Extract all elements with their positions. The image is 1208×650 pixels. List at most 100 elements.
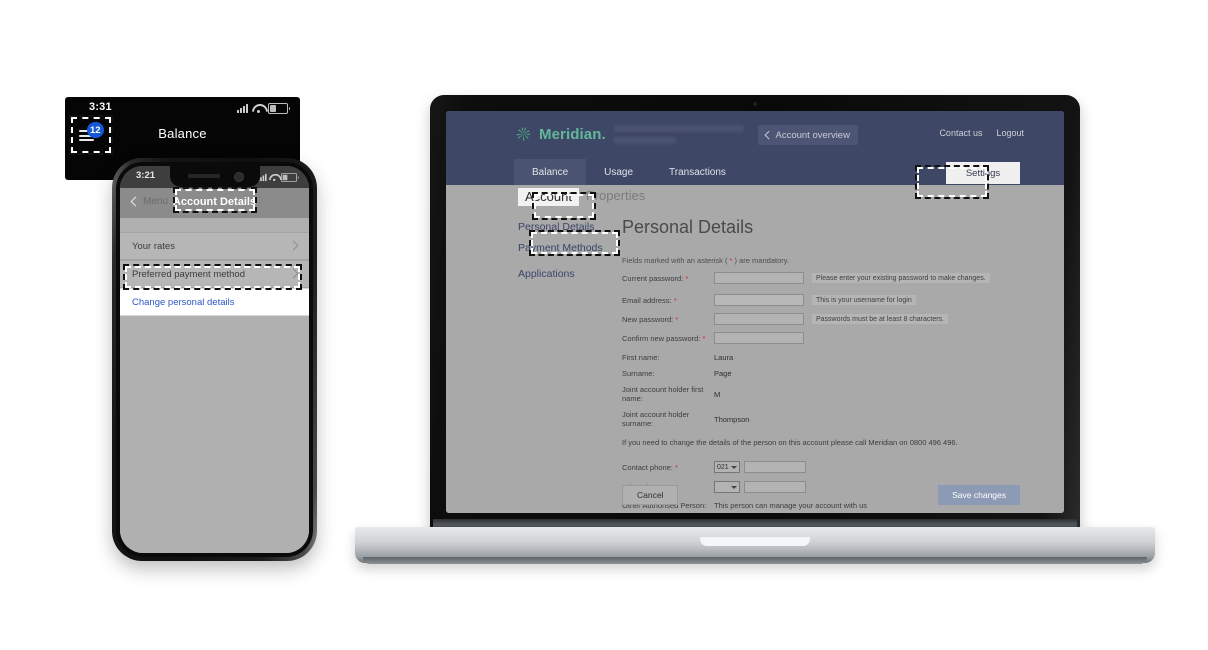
account-overview-link[interactable]: Account overview <box>758 125 858 145</box>
phone-small-time: 3:31 <box>89 101 112 113</box>
field-label: Contact phone: * <box>622 462 678 472</box>
primary-nav: Balance Usage Transactions Settings <box>446 159 1064 185</box>
phone-nav-title: Account Details <box>172 196 257 208</box>
confirm-password-input[interactable] <box>714 332 804 344</box>
contact-us-link[interactable]: Contact us <box>939 128 982 138</box>
phone-time: 3:21 <box>136 170 156 181</box>
list-item[interactable]: Preferred payment method <box>120 260 309 288</box>
laptop-screen: Meridian. Account overview Contact us Lo… <box>446 111 1064 513</box>
sidebar-item-label: Personal Details <box>518 221 595 233</box>
change-details-note: If you need to change the details of the… <box>622 438 958 447</box>
contact-phone-prefix-value: 021 <box>717 463 729 471</box>
phone-notch <box>169 166 260 187</box>
sidebar-item-applications[interactable]: Applications <box>514 268 622 280</box>
mandatory-note: Fields marked with an asterisk ( * ) are… <box>622 256 1020 265</box>
nav-tab-usage[interactable]: Usage <box>586 159 651 185</box>
subnav-tab-properties[interactable]: Properties <box>586 188 645 203</box>
field-hint: Please enter your existing password to m… <box>812 273 990 283</box>
contact-phone-prefix-select[interactable]: 021 <box>714 461 740 473</box>
list-item-label: Change personal details <box>132 296 235 308</box>
field-label: Joint account holder surname: <box>622 410 690 428</box>
field-label: Current password: * <box>622 273 689 283</box>
mandatory-note-before: Fields marked with an asterisk ( <box>622 256 730 265</box>
field-row-confirm-password: Confirm new password: * <box>622 332 1020 344</box>
header-links: Contact us Logout <box>939 128 1024 138</box>
phone-large-device: 3:21 Menu Account Details Your rates Pre… <box>112 158 317 561</box>
nav-tab-transactions[interactable]: Transactions <box>651 159 744 185</box>
field-row-contact-phone: Contact phone: * 021 <box>622 461 1020 473</box>
starburst-logo-icon <box>514 125 533 144</box>
field-label: New password: * <box>622 314 679 324</box>
list-item-change-personal-details[interactable]: Change personal details <box>120 288 309 316</box>
logout-link[interactable]: Logout <box>996 128 1024 138</box>
sidebar-item-payment-methods[interactable]: Payment Methods <box>514 242 622 254</box>
page-content: Personal Details Payment Methods Applica… <box>446 209 1064 513</box>
section-sidebar: Personal Details Payment Methods Applica… <box>514 209 622 513</box>
phone-nav-bar: Menu Account Details <box>120 188 309 219</box>
field-row-joint-surname: Joint account holder surname: Thompson <box>622 410 1020 428</box>
phone-status-icons <box>257 173 299 182</box>
field-label: First name: <box>622 353 660 362</box>
webcam-icon <box>753 102 757 106</box>
field-row-email: Email address: * This is your username f… <box>622 294 1020 306</box>
field-row-surname: Surname: Page <box>622 369 1020 378</box>
field-row-current-password: Current password: * Please enter your ex… <box>622 272 1020 284</box>
page-title: Personal Details <box>622 217 754 237</box>
save-changes-button[interactable]: Save changes <box>938 485 1020 505</box>
mandatory-note-after: ) are mandatory. <box>732 256 790 265</box>
phone-small-status-icons <box>237 103 290 114</box>
phone-screen: 3:21 Menu Account Details Your rates Pre… <box>120 166 309 553</box>
nav-tab-balance[interactable]: Balance <box>514 159 587 185</box>
field-row-new-password: New password: * Passwords must be at lea… <box>622 313 1020 325</box>
camera-icon <box>233 172 244 182</box>
new-password-input[interactable] <box>714 313 804 325</box>
laptop-device: Meridian. Account overview Contact us Lo… <box>355 95 1155 570</box>
chevron-right-icon <box>288 268 299 279</box>
brand-logo[interactable]: Meridian. <box>514 125 606 144</box>
contact-phone-input[interactable] <box>744 461 806 473</box>
site-header: Meridian. Account overview Contact us Lo… <box>446 111 1064 159</box>
first-name-value: Laura <box>714 353 734 362</box>
laptop-base-front <box>363 557 1147 564</box>
left-gutter <box>446 209 514 513</box>
sub-nav: Account Properties <box>446 185 1064 210</box>
phone-small-menu-button[interactable]: 12 <box>76 122 106 148</box>
wifi-icon <box>269 174 279 182</box>
laptop-lid: Meridian. Account overview Contact us Lo… <box>430 95 1080 535</box>
sidebar-item-personal-details[interactable]: Personal Details <box>514 221 622 233</box>
chevron-down-icon <box>731 465 737 469</box>
welcome-line-2 <box>614 137 676 144</box>
surname-value: Page <box>714 369 732 378</box>
signal-icon <box>237 104 248 113</box>
right-gutter <box>1020 209 1064 513</box>
current-password-input[interactable] <box>714 272 804 284</box>
subnav-tab-account[interactable]: Account <box>518 188 579 206</box>
phone-small-status-bar: 3:31 <box>65 97 300 123</box>
details-panel: Personal Details Fields marked with an a… <box>622 209 1020 513</box>
field-label: Email address: * <box>622 295 677 305</box>
email-input[interactable] <box>714 294 804 306</box>
list-item-label: Your rates <box>132 240 175 252</box>
settings-button[interactable]: Settings <box>946 162 1020 184</box>
phone-status-bar: 3:21 <box>120 166 309 188</box>
battery-icon <box>268 103 290 114</box>
menu-badge-count: 12 <box>87 122 104 138</box>
field-label: Surname: <box>622 369 655 378</box>
chevron-right-icon <box>288 240 299 251</box>
field-hint: Passwords must be at least 8 characters. <box>812 314 948 324</box>
field-hint: This is your username for login <box>812 295 916 305</box>
phone-spacer <box>120 218 309 232</box>
cancel-button[interactable]: Cancel <box>622 485 679 505</box>
speaker-icon <box>187 174 220 178</box>
joint-surname-value: Thompson <box>714 414 750 424</box>
welcome-message <box>614 125 744 144</box>
field-label: Confirm new password: * <box>622 333 706 343</box>
joint-first-name-value: M <box>714 389 721 399</box>
sidebar-item-label: Applications <box>518 268 575 280</box>
sidebar-item-label: Payment Methods <box>518 242 603 254</box>
list-item[interactable]: Your rates <box>120 232 309 260</box>
list-item-label: Preferred payment method <box>132 268 246 280</box>
welcome-line-1 <box>614 125 744 132</box>
field-row-first-name: First name: Laura <box>622 353 1020 362</box>
web-page: Meridian. Account overview Contact us Lo… <box>446 111 1064 513</box>
